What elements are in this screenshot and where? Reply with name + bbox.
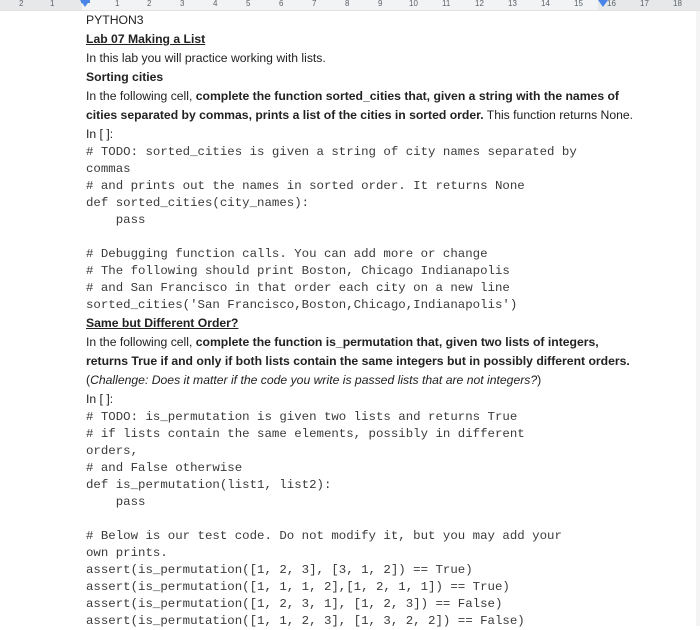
section-heading-same-but-different-order: Same but Different Order? (86, 316, 239, 330)
document-page[interactable]: PYTHON3 Lab 07 Making a List In this lab… (86, 10, 633, 630)
code-line: # and False otherwise (86, 461, 243, 475)
code-line: own prints. (86, 546, 168, 560)
ruler-label: 14 (541, 0, 550, 8)
code-line: pass (86, 213, 146, 227)
challenge-note: (Challenge: Does it matter if the code y… (86, 371, 616, 390)
desc-bold-text: complete the function is_permutation tha… (195, 335, 599, 349)
ruler-label: 9 (378, 0, 383, 8)
desc-text: In the following cell, (86, 335, 196, 349)
code-line: # The following should print Boston, Chi… (86, 264, 510, 278)
section-heading-sorting-cities: Sorting cities (86, 70, 164, 84)
code-line: def sorted_cities(city_names): (86, 196, 310, 210)
ruler-label: 15 (574, 0, 583, 8)
code-block-is-permutation: # TODO: is_permutation is given two list… (86, 409, 616, 630)
code-line: orders, (86, 444, 139, 458)
ruler-label: 7 (312, 0, 317, 8)
cell-input-label: In [ ]: (86, 392, 114, 406)
right-indent-handle[interactable] (598, 0, 608, 7)
section1-description-line2: cities separated by commas, prints a lis… (86, 106, 633, 125)
section1-description: In the following cell, complete the func… (86, 87, 619, 106)
desc-bold-text: cities separated by commas, prints a lis… (86, 108, 484, 122)
ruler-label: 8 (345, 0, 350, 8)
code-line: pass (86, 495, 146, 509)
ruler-label: 1 (115, 0, 120, 8)
code-line: sorted_cities('San Francisco,Boston,Chic… (86, 298, 518, 312)
section2-description-line2: returns True if and only if both lists c… (86, 354, 630, 368)
code-line: # Debugging function calls. You can add … (86, 247, 488, 261)
ruler-label: 6 (279, 0, 284, 8)
left-indent-handle[interactable] (80, 0, 90, 7)
ruler-label: 11 (442, 0, 451, 8)
ruler-label: 3 (180, 0, 185, 8)
ruler-label: 4 (213, 0, 218, 8)
ruler-label: 1 (50, 0, 55, 8)
code-line: assert(is_permutation([1, 1, 1, 2],[1, 2… (86, 580, 510, 594)
code-line: # TODO: sorted_cities is given a string … (86, 145, 577, 159)
document-title: Lab 07 Making a List (86, 32, 206, 46)
ruler-label: 10 (409, 0, 418, 8)
ruler-label: 2 (19, 0, 24, 8)
ruler-label: 13 (508, 0, 517, 8)
code-line: def is_permutation(list1, list2): (86, 478, 332, 492)
scrollbar-track[interactable] (696, 11, 700, 626)
challenge-text: Challenge: Does it matter if the code yo… (90, 373, 538, 387)
cell-input-label: In [ ]: (86, 127, 114, 141)
code-line: commas (86, 162, 131, 176)
code-line: # if lists contain the same elements, po… (86, 427, 525, 441)
language-label: PYTHON3 (86, 13, 144, 27)
code-line: # and San Francisco in that order each c… (86, 281, 510, 295)
section2-description: In the following cell, complete the func… (86, 333, 616, 352)
code-line: assert(is_permutation([1, 2, 3, 1], [1, … (86, 597, 503, 611)
code-line: assert(is_permutation([1, 1, 2, 3], [1, … (86, 614, 525, 628)
desc-text: This function returns None. (483, 108, 634, 122)
ruler-label: 18 (673, 0, 682, 8)
ruler-label: 12 (475, 0, 484, 8)
ruler-label: 2 (147, 0, 152, 8)
code-line: # and prints out the names in sorted ord… (86, 179, 525, 193)
code-line: # Below is our test code. Do not modify … (86, 529, 562, 543)
code-line: assert(is_permutation([1, 2, 3], [3, 1, … (86, 563, 473, 577)
desc-text: In the following cell, (86, 89, 196, 103)
ruler-label: 5 (246, 0, 251, 8)
ruler-label: 17 (640, 0, 649, 8)
ruler-label: 16 (607, 0, 616, 8)
intro-text: In this lab you will practice working wi… (86, 51, 326, 65)
code-line: # TODO: is_permutation is given two list… (86, 410, 518, 424)
paren-close: ) (537, 373, 542, 387)
code-block-sorted-cities: # TODO: sorted_cities is given a string … (86, 144, 616, 314)
ruler-left-margin (0, 0, 82, 10)
desc-bold-text: complete the function sorted_cities that… (195, 89, 619, 103)
